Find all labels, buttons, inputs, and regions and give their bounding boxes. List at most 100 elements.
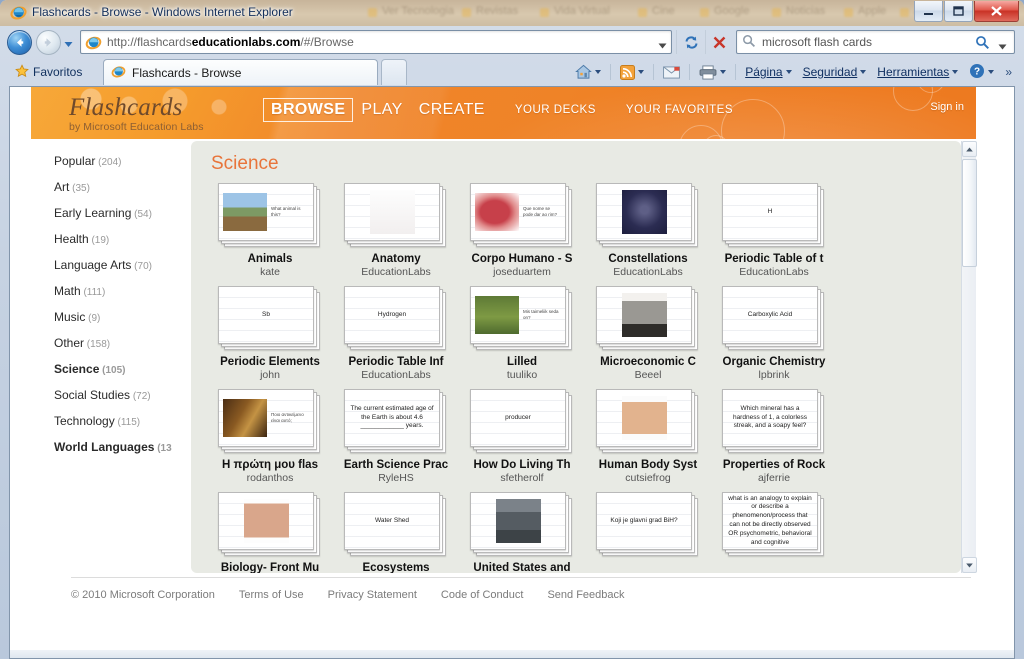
address-bar[interactable]: http://flashcardseducationlabs.com/#/Bro… (80, 30, 672, 54)
deck-title[interactable]: Lilled (459, 356, 585, 368)
deck-card[interactable]: Ποιο αντικείμενο είναι αυτό;Η πρώτη μου … (207, 389, 333, 484)
maximize-button[interactable] (944, 1, 973, 22)
deck-title[interactable]: Earth Science Prac (333, 459, 459, 471)
site-logo[interactable]: Flashcards by Microsoft Education Labs (69, 94, 204, 133)
deck-card[interactable]: What animal is this?Animalskate (207, 183, 333, 278)
deck-card[interactable]: Koji je glavni grad BiH? (585, 492, 711, 573)
site-logo-title: Flashcards (69, 94, 204, 122)
recent-pages-dropdown-icon[interactable] (64, 38, 73, 47)
site-nav-play[interactable]: PLAY (353, 98, 410, 122)
sidebar-item-popular[interactable]: Popular (204) (31, 149, 181, 175)
sidebar-item-art[interactable]: Art (35) (31, 175, 181, 201)
help-menu[interactable]: ? (965, 61, 998, 84)
deck-card[interactable]: HPeriodic Table of tEducationLabs (711, 183, 837, 278)
mail-icon[interactable] (659, 64, 684, 81)
sidebar-item-science[interactable]: Science (105) (31, 357, 181, 383)
search-submit-icon[interactable] (975, 35, 990, 53)
deck-title[interactable]: Biology- Front Mu (207, 562, 333, 573)
deck-card[interactable]: Which mineral has a hardness of 1, a col… (711, 389, 837, 484)
new-tab-button[interactable] (381, 59, 407, 85)
deck-title[interactable]: United States and (459, 562, 585, 573)
sign-in-link[interactable]: Sign in (930, 101, 964, 113)
deck-card[interactable]: AnatomyEducationLabs (333, 183, 459, 278)
deck-card[interactable]: Microeconomic CBeeel (585, 286, 711, 381)
footer-link-feedback[interactable]: Send Feedback (547, 589, 624, 601)
scroll-up-button[interactable] (962, 141, 977, 157)
tools-menu-label: Herramientas (877, 65, 949, 79)
deck-title[interactable]: Ecosystems (333, 562, 459, 573)
deck-title[interactable]: Organic Chemistry (711, 356, 837, 368)
deck-card[interactable]: Human Body Systcutsiefrog (585, 389, 711, 484)
site-nav-your-favorites[interactable]: YOUR FAVORITES (618, 101, 741, 119)
site-nav-create[interactable]: CREATE (411, 98, 493, 122)
deck-card[interactable]: HydrogenPeriodic Table InfEducationLabs (333, 286, 459, 381)
sidebar-item-health[interactable]: Health (19) (31, 227, 181, 253)
sidebar-item-count: (70) (131, 261, 152, 272)
deck-card[interactable]: The current estimated age of the Earth i… (333, 389, 459, 484)
deck-panel-scrollbar[interactable] (961, 141, 976, 573)
stop-button[interactable] (709, 32, 730, 53)
deck-title[interactable]: Properties of Rock (711, 459, 837, 471)
deck-title[interactable]: Periodic Elements (207, 356, 333, 368)
deck-title[interactable]: Animals (207, 253, 333, 265)
sidebar-item-language-arts[interactable]: Language Arts (70) (31, 253, 181, 279)
deck-card[interactable]: Mis taimeliik seda on?Lilledtuuliko (459, 286, 585, 381)
deck-title[interactable]: Human Body Syst (585, 459, 711, 471)
scroll-down-button[interactable] (962, 557, 977, 573)
deck-title[interactable]: Corpo Humano - S (459, 253, 585, 265)
search-input[interactable]: microsoft flash cards (762, 35, 872, 49)
deck-title[interactable]: Microeconomic C (585, 356, 711, 368)
footer-link-terms[interactable]: Terms of Use (239, 589, 304, 601)
feeds-icon[interactable] (616, 63, 648, 82)
deck-title[interactable]: Constellations (585, 253, 711, 265)
sidebar-item-music[interactable]: Music (9) (31, 305, 181, 331)
footer-link-conduct[interactable]: Code of Conduct (441, 589, 524, 601)
deck-card[interactable]: producerHow Do Living Thsfetherolf (459, 389, 585, 484)
sidebar-item-technology[interactable]: Technology (115) (31, 409, 181, 435)
deck-card[interactable]: ConstellationsEducationLabs (585, 183, 711, 278)
deck-title[interactable]: Periodic Table Inf (333, 356, 459, 368)
navigation-bar: http://flashcardseducationlabs.com/#/Bro… (0, 26, 1024, 58)
sidebar-item-math[interactable]: Math (111) (31, 279, 181, 305)
sidebar-item-count: (115) (115, 417, 140, 428)
deck-title[interactable]: Η πρώτη μου flas (207, 459, 333, 471)
deck-card[interactable]: Water ShedEcosystemsOsprey (333, 492, 459, 573)
sidebar-item-label: Other (54, 336, 84, 350)
site-footer: © 2010 Microsoft Corporation Terms of Us… (71, 587, 625, 603)
scrollbar-thumb[interactable] (962, 159, 977, 267)
favorites-button[interactable]: Favoritos (9, 61, 91, 83)
search-box[interactable]: microsoft flash cards (736, 30, 1015, 54)
sidebar-item-other[interactable]: Other (158) (31, 331, 181, 357)
deck-card[interactable]: Carboxylic AcidOrganic Chemistrylpbrink (711, 286, 837, 381)
sidebar-item-social-studies[interactable]: Social Studies (72) (31, 383, 181, 409)
forward-button[interactable] (36, 30, 61, 55)
sidebar-item-world-languages[interactable]: World Languages (13 (31, 435, 181, 461)
deck-card-face-text: producer (500, 414, 536, 423)
tab-flashcards-browse[interactable]: Flashcards - Browse (103, 59, 378, 85)
back-button[interactable] (7, 30, 32, 55)
deck-title[interactable]: Periodic Table of t (711, 253, 837, 265)
minimize-button[interactable] (914, 1, 943, 22)
security-menu[interactable]: Seguridad (799, 63, 871, 81)
deck-card[interactable]: Biology- Front Mu8675309 (207, 492, 333, 573)
deck-title[interactable]: Anatomy (333, 253, 459, 265)
commandbar-overflow-button[interactable]: » (1001, 63, 1016, 81)
deck-card[interactable]: Que nome se pode dar ao rim?Corpo Humano… (459, 183, 585, 278)
site-nav-your-decks[interactable]: YOUR DECKS (507, 101, 604, 119)
home-icon[interactable] (571, 62, 605, 82)
deck-card[interactable]: what is an analogy to explain or describ… (711, 492, 837, 573)
print-icon[interactable] (695, 63, 730, 82)
deck-card[interactable]: SbPeriodic Elementsjohn (207, 286, 333, 381)
site-nav-browse[interactable]: BROWSE (263, 98, 353, 122)
status-bar (9, 650, 1015, 659)
address-dropdown-icon[interactable] (658, 39, 667, 47)
sidebar-item-early-learning[interactable]: Early Learning (54) (31, 201, 181, 227)
tools-menu[interactable]: Herramientas (873, 63, 962, 81)
close-button[interactable] (974, 1, 1019, 22)
deck-title[interactable]: How Do Living Th (459, 459, 585, 471)
footer-link-privacy[interactable]: Privacy Statement (328, 589, 417, 601)
deck-card[interactable]: United States andSMK (459, 492, 585, 573)
refresh-button[interactable] (681, 32, 702, 53)
page-menu[interactable]: Página (741, 63, 795, 81)
search-dropdown-icon[interactable] (998, 40, 1007, 48)
